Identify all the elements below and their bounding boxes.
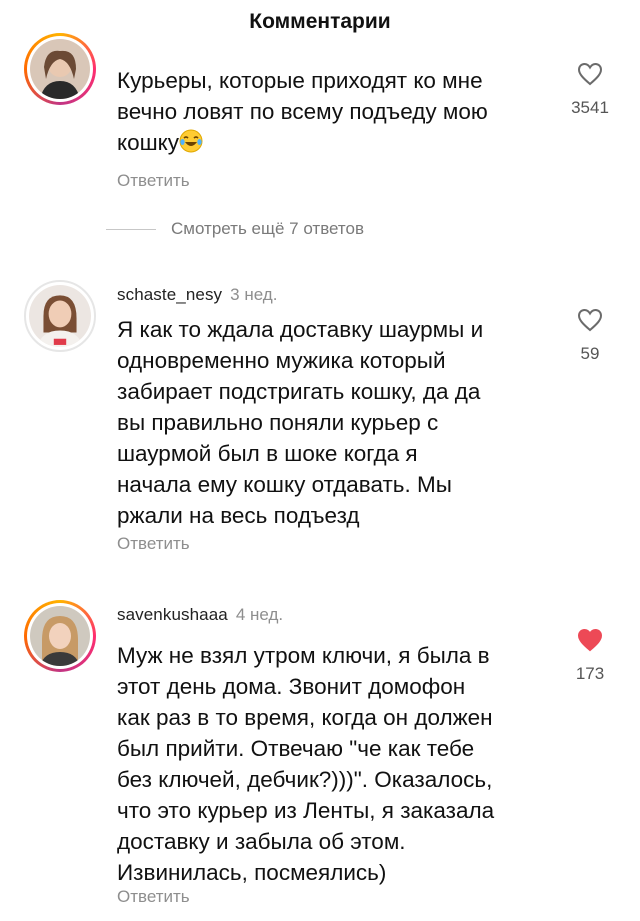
- comment-meta: savenkushaaa 4 нед.: [117, 605, 283, 625]
- heart-outline-icon[interactable]: [577, 62, 603, 86]
- username-link[interactable]: schaste_nesy: [117, 285, 222, 304]
- like-control: 3541: [560, 62, 620, 118]
- page-title: Комментарии: [249, 10, 391, 33]
- like-control: 173: [560, 628, 620, 684]
- avatar[interactable]: [24, 33, 96, 105]
- avatar[interactable]: [24, 280, 96, 352]
- username-link[interactable]: savenkushaaa: [117, 605, 228, 624]
- divider-line: [106, 228, 156, 230]
- timestamp: 3 нед.: [230, 285, 278, 304]
- comment-text: Курьеры, которые приходят ко мне вечно л…: [117, 68, 488, 155]
- view-more-replies-label: Смотреть ещё 7 ответов: [171, 219, 365, 238]
- like-count: 59: [580, 344, 600, 363]
- like-control: 59: [560, 308, 620, 364]
- like-count: 3541: [571, 98, 609, 117]
- laughing-tears-emoji: [179, 129, 203, 153]
- reply-button[interactable]: Ответить: [117, 534, 190, 554]
- reply-button[interactable]: Ответить: [117, 171, 190, 191]
- comments-header: Комментарии: [0, 0, 640, 44]
- comment-meta: schaste_nesy 3 нед.: [117, 285, 277, 305]
- avatar-photo: [30, 606, 90, 666]
- comment-text: Муж не взял утром ключи, я была в этот д…: [117, 643, 495, 885]
- avatar-photo: [30, 39, 90, 99]
- reply-button[interactable]: Ответить: [117, 887, 190, 907]
- view-more-replies-button[interactable]: Смотреть ещё 7 ответов: [106, 219, 364, 239]
- avatar[interactable]: [24, 600, 96, 672]
- like-count: 173: [575, 664, 605, 683]
- avatar-photo: [29, 285, 91, 347]
- heart-outline-icon[interactable]: [577, 308, 603, 332]
- timestamp: 4 нед.: [235, 605, 284, 624]
- heart-filled-icon[interactable]: [577, 628, 603, 652]
- comment-text: Я как то ждала доставку шаурмы и одновре…: [117, 317, 484, 528]
